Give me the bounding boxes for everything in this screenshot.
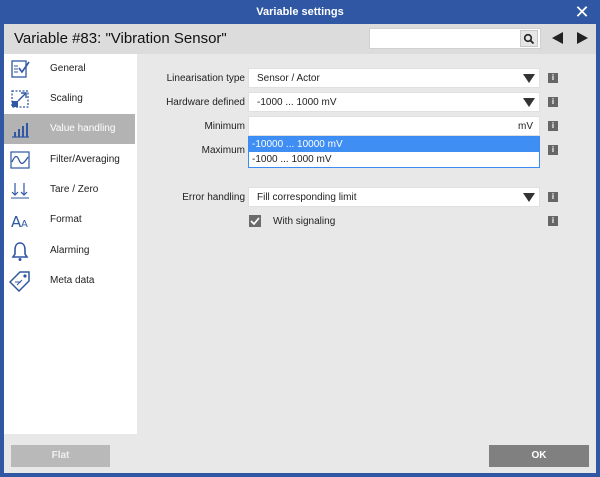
value-handling-panel: Linearisation type Sensor / Actor i Hard… bbox=[137, 54, 596, 434]
error-handling-label: Error handling bbox=[182, 192, 245, 203]
previous-variable-icon[interactable] bbox=[549, 30, 565, 46]
dropdown-option[interactable]: -1000 ... 1000 mV bbox=[249, 152, 539, 167]
hardware-info-icon[interactable]: i bbox=[548, 97, 558, 107]
linearisation-type-value: Sensor / Actor bbox=[257, 73, 320, 84]
error-handling-select[interactable]: Fill corresponding limit bbox=[248, 187, 540, 207]
error-handling-value: Fill corresponding limit bbox=[257, 192, 357, 203]
sidebar-item-label: Alarming bbox=[50, 245, 90, 256]
linearisation-info-icon[interactable]: i bbox=[548, 73, 558, 83]
ok-button[interactable]: OK bbox=[489, 445, 589, 467]
variable-settings-window: Variable settings ✕ Variable #83: "Vibra… bbox=[0, 0, 600, 477]
font-format-icon: A A bbox=[11, 213, 28, 231]
sidebar-item-label: Value handling bbox=[50, 123, 116, 134]
linearisation-type-label: Linearisation type bbox=[166, 73, 245, 84]
minimum-info-icon[interactable]: i bbox=[548, 121, 558, 131]
with-signaling-label: With signaling bbox=[273, 216, 336, 227]
sidebar-item-label: Scaling bbox=[50, 93, 83, 104]
linearisation-type-select[interactable]: Sensor / Actor bbox=[248, 68, 540, 88]
sidebar-item-label: Format bbox=[50, 214, 82, 225]
signaling-info-icon[interactable]: i bbox=[548, 216, 558, 226]
sidebar-item-label: Meta data bbox=[50, 275, 95, 286]
search-button[interactable] bbox=[520, 30, 538, 47]
checklist-icon bbox=[11, 60, 30, 78]
chevron-down-icon bbox=[523, 193, 535, 202]
tag-icon bbox=[9, 271, 30, 292]
settings-sidebar: General Scaling Value handling Filter/Av… bbox=[4, 54, 137, 434]
title-bar: Variable settings ✕ bbox=[0, 0, 600, 24]
maximum-label: Maximum bbox=[201, 145, 245, 156]
search-box bbox=[369, 28, 541, 49]
down-arrows-icon bbox=[11, 183, 29, 199]
svg-text:A: A bbox=[21, 219, 28, 230]
hardware-defined-value: -1000 ... 1000 mV bbox=[257, 97, 337, 108]
window-title: Variable settings bbox=[256, 6, 344, 18]
sidebar-item-meta-data[interactable]: Meta data bbox=[4, 266, 135, 296]
variable-header: Variable #83: "Vibration Sensor" bbox=[4, 24, 596, 54]
minimum-input[interactable]: mV bbox=[248, 116, 540, 136]
bell-icon bbox=[11, 242, 29, 261]
dialog-footer: Flat OK bbox=[4, 434, 596, 473]
dropdown-option[interactable]: -10000 ... 10000 mV bbox=[249, 137, 539, 152]
scaling-icon bbox=[11, 90, 29, 108]
next-variable-icon[interactable] bbox=[575, 30, 591, 46]
sidebar-item-alarming[interactable]: Alarming bbox=[4, 236, 135, 266]
search-input[interactable] bbox=[373, 31, 513, 46]
hardware-defined-select[interactable]: -1000 ... 1000 mV bbox=[248, 92, 540, 112]
variable-title: Variable #83: "Vibration Sensor" bbox=[14, 30, 227, 47]
flat-button[interactable]: Flat bbox=[11, 445, 110, 467]
error-handling-info-icon[interactable]: i bbox=[548, 192, 558, 202]
hardware-defined-label: Hardware defined bbox=[166, 97, 245, 108]
sidebar-item-label: Filter/Averaging bbox=[50, 154, 120, 165]
chevron-down-icon bbox=[523, 98, 535, 107]
dialog-client: Variable #83: "Vibration Sensor" General… bbox=[4, 24, 596, 473]
chevron-down-icon bbox=[523, 74, 535, 83]
maximum-info-icon[interactable]: i bbox=[548, 145, 558, 155]
bar-chart-icon bbox=[12, 123, 29, 138]
sidebar-item-label: Tare / Zero bbox=[50, 184, 99, 195]
minimum-label: Minimum bbox=[204, 121, 245, 132]
sidebar-item-label: General bbox=[50, 63, 86, 74]
minimum-unit: mV bbox=[518, 121, 533, 132]
sidebar-item-format[interactable]: A A Format bbox=[4, 205, 135, 235]
hardware-defined-dropdown: -10000 ... 10000 mV -1000 ... 1000 mV bbox=[248, 136, 540, 168]
checkmark-icon bbox=[250, 217, 260, 226]
with-signaling-checkbox[interactable] bbox=[249, 215, 261, 227]
search-icon bbox=[523, 33, 535, 45]
close-icon[interactable]: ✕ bbox=[572, 2, 592, 22]
wave-filter-icon bbox=[10, 151, 30, 169]
